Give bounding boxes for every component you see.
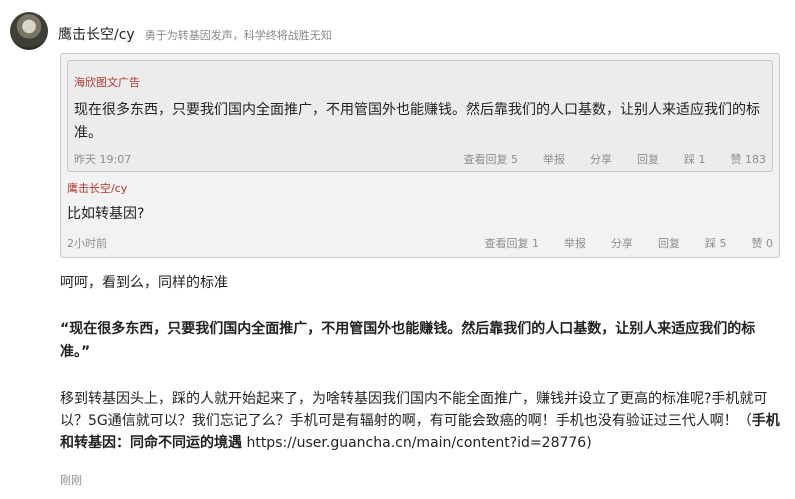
article-link-url[interactable]: https://user.guancha.cn/main/content?id=… [246, 435, 591, 451]
like-button[interactable]: 赞 183 [731, 151, 767, 167]
quoted-comment-outer: 海欣图文广告 现在很多东西，只要我们国内全面推广，不用管国外也能赚钱。然后靠我们… [60, 53, 780, 258]
reply-paragraph: 移到转基因头上，踩的人就开始起来了，为啥转基因我们国内不能全面推广，赚钱并设立了… [60, 388, 790, 454]
view-replies-button[interactable]: 查看回复 1 [485, 235, 540, 251]
reply-line: 呵呵，看到么，同样的标准 [60, 275, 228, 291]
quoted-comment-meta: 2小时前 查看回复 1 举报 分享 回复 踩 5 赞 0 [67, 235, 774, 251]
share-button[interactable]: 分享 [611, 235, 633, 251]
dislike-button[interactable]: 踩 1 [684, 151, 706, 167]
comment-header: 鹰击长空/cy 勇于为转基因发声，科学终将战胜无知 [58, 24, 332, 44]
view-replies-button[interactable]: 查看回复 5 [464, 151, 519, 167]
quoted-comment-time: 2小时前 [67, 237, 107, 250]
avatar[interactable] [10, 12, 48, 50]
quoted-comment-text: 比如转基因? [67, 206, 145, 222]
share-button[interactable]: 分享 [590, 151, 612, 167]
quoted-user-link[interactable]: 鹰击长空/cy [67, 180, 127, 196]
report-button[interactable]: 举报 [564, 235, 586, 251]
quoted-user-link[interactable]: 海欣图文广告 [74, 74, 140, 90]
quoted-comment-meta: 昨天 19:07 查看回复 5 举报 分享 回复 踩 1 赞 183 [74, 151, 767, 167]
report-button[interactable]: 举报 [543, 151, 565, 167]
like-button[interactable]: 赞 0 [752, 235, 774, 251]
paragraph-text: 移到转基因头上，踩的人就开始起来了，为啥转基因我们国内不能全面推广，赚钱并设立了… [60, 391, 768, 429]
reply-button[interactable]: 回复 [637, 151, 659, 167]
quoted-comment-time: 昨天 19:07 [74, 153, 132, 166]
author-name[interactable]: 鹰击长空/cy [58, 24, 135, 44]
quoted-comment-actions: 查看回复 5 举报 分享 回复 踩 1 赞 183 [439, 151, 767, 167]
quoted-comment-actions: 查看回复 1 举报 分享 回复 踩 5 赞 0 [460, 235, 774, 251]
quoted-comment-inner: 海欣图文广告 现在很多东西，只要我们国内全面推广，不用管国外也能赚钱。然后靠我们… [67, 60, 773, 172]
author-signature: 勇于为转基因发声，科学终将战胜无知 [144, 29, 332, 42]
bold-quote: “现在很多东西，只要我们国内全面推广，不用管国外也能赚钱。然后靠我们的人口基数，… [60, 321, 756, 360]
reply-button[interactable]: 回复 [658, 235, 680, 251]
post-time: 刚刚 [60, 474, 82, 487]
quoted-comment-text: 现在很多东西，只要我们国内全面推广，不用管国外也能赚钱。然后靠我们的人口基数，让… [74, 102, 760, 141]
dislike-button[interactable]: 踩 5 [705, 235, 727, 251]
